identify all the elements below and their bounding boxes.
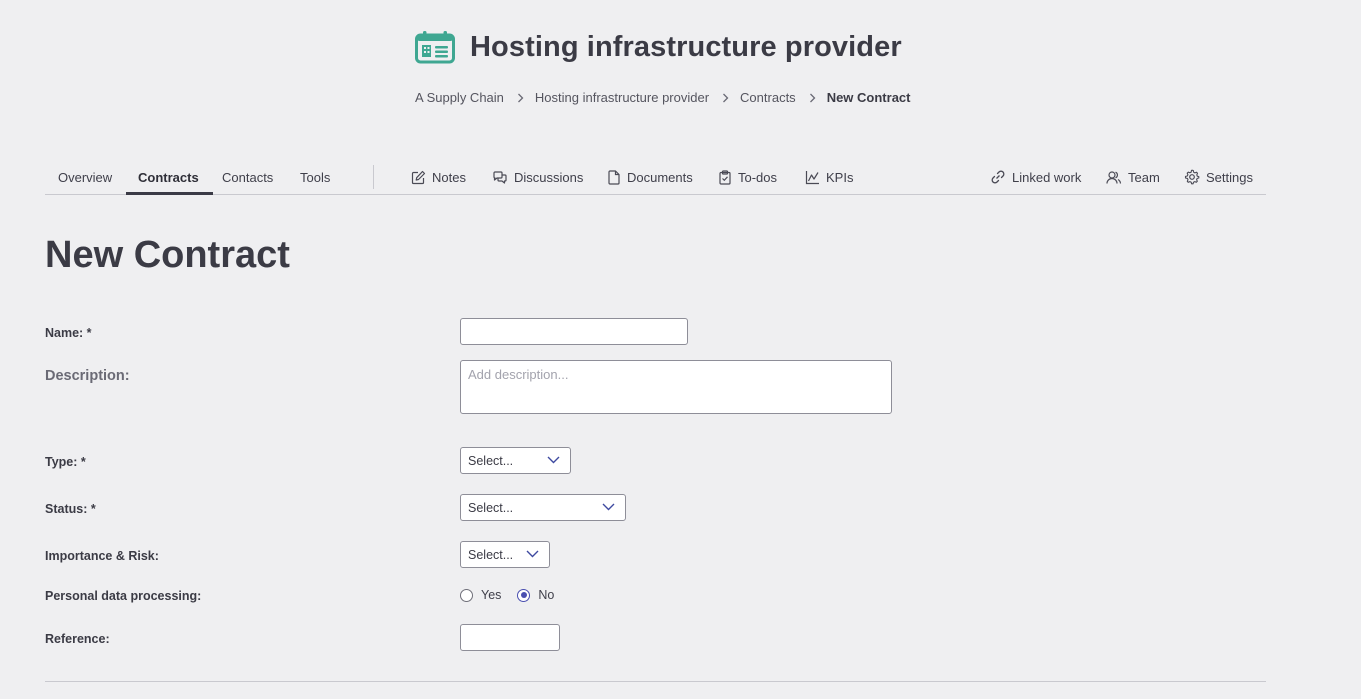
status-label: Status: * [45,502,96,516]
tab-bar: Overview Contracts Contacts Tools Notes … [45,160,1266,195]
breadcrumb-item-contracts[interactable]: Contracts [740,90,796,105]
chevron-down-icon [602,503,615,511]
tab-label: Settings [1206,169,1253,185]
tab-tools[interactable]: Tools [300,160,330,194]
tab-label: Linked work [1012,169,1082,185]
tab-label: Documents [627,169,693,185]
chevron-right-icon [809,93,816,103]
importance-label: Importance & Risk: [45,549,159,563]
link-icon [991,170,1005,184]
tab-documents[interactable]: Documents [607,160,693,194]
title-row: Hosting infrastructure provider [415,29,902,65]
chevron-right-icon [517,93,524,103]
personal-data-radio-group: Yes No [460,588,570,602]
clipboard-check-icon [719,169,731,185]
name-input[interactable] [460,318,688,345]
reference-label: Reference: [45,632,110,646]
tab-label: Notes [432,169,466,185]
type-label: Type: * [45,455,86,469]
form-divider [45,681,1266,682]
breadcrumb-current: New Contract [826,90,911,105]
tab-label: Contracts [138,169,199,185]
type-select-value: Select... [468,453,514,468]
tab-overview[interactable]: Overview [58,160,112,194]
tab-linked-work[interactable]: Linked work [990,160,1081,194]
chevron-right-icon [722,93,729,103]
breadcrumb-item-provider[interactable]: Hosting infrastructure provider [535,90,709,105]
radio-label-no: No [538,588,555,602]
importance-select-value: Select... [468,547,514,562]
tab-kpis[interactable]: KPIs [805,160,853,194]
tab-label: Discussions [514,169,584,185]
type-select[interactable]: Select... [460,447,571,474]
reference-input[interactable] [460,624,560,651]
tab-notes[interactable]: Notes [411,160,466,194]
tab-contacts[interactable]: Contacts [222,160,273,194]
tab-divider [373,165,374,189]
status-select[interactable]: Select... [460,494,626,521]
tab-discussions[interactable]: Discussions [492,160,583,194]
chevron-down-icon [526,550,539,558]
chat-bubbles-icon [493,170,507,184]
description-textarea[interactable]: Add description... [460,360,892,414]
tab-label: Tools [300,169,331,185]
edit-note-icon [411,170,426,184]
tab-label: Team [1128,169,1160,185]
tab-team[interactable]: Team [1106,160,1160,194]
tab-label: Overview [58,169,113,185]
name-label: Name: * [45,326,92,340]
tab-contracts[interactable]: Contracts [126,160,213,195]
line-chart-icon [805,170,819,184]
page-header-title: Hosting infrastructure provider [470,30,902,63]
radio-label-yes: Yes [481,588,502,602]
gear-icon [1184,169,1200,185]
tab-settings[interactable]: Settings [1184,160,1253,194]
tab-label: Contacts [222,169,274,185]
team-icon [1106,170,1122,184]
building-calendar-icon [415,31,455,64]
tab-label: KPIs [826,169,854,185]
description-label: Description: [45,368,130,384]
tab-todos[interactable]: To-dos [718,160,777,194]
tab-label: To-dos [738,169,778,185]
personal-data-label: Personal data processing: [45,589,202,603]
document-icon [608,169,620,185]
chevron-down-icon [547,456,560,464]
status-select-value: Select... [468,500,514,515]
breadcrumb-item-supply-chain[interactable]: A Supply Chain [415,90,504,105]
personal-data-yes-radio[interactable] [460,588,473,602]
personal-data-no-radio[interactable] [517,588,531,602]
importance-select[interactable]: Select... [460,541,550,568]
page-title: New Contract [45,234,290,276]
breadcrumb: A Supply Chain Hosting infrastructure pr… [415,90,910,105]
